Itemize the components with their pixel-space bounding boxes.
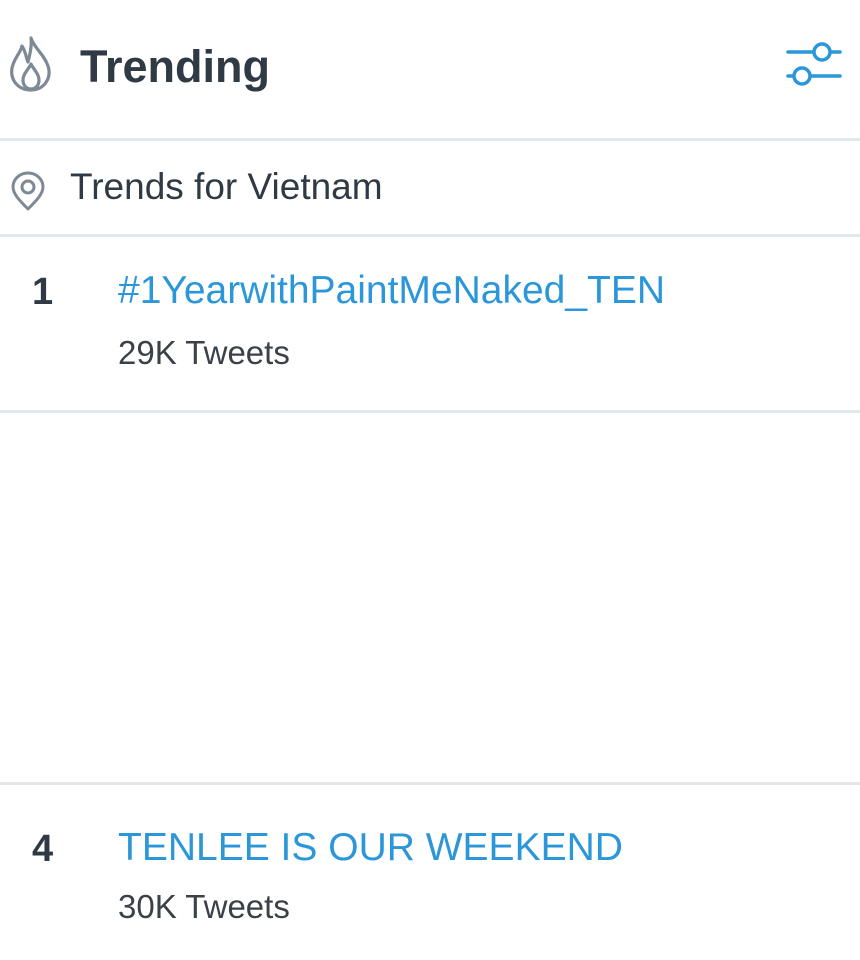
location-pin-icon [11, 171, 45, 211]
empty-area [0, 413, 860, 782]
flame-icon [10, 36, 51, 92]
trend-item[interactable]: 4 TENLEE IS OUR WEEKEND 30K Tweets [0, 782, 860, 960]
trend-tweet-count: 30K Tweets [118, 888, 290, 925]
settings-sliders-icon[interactable] [784, 38, 844, 94]
trend-item[interactable]: 1 #1YearwithPaintMeNaked_TEN 29K Tweets [0, 237, 860, 413]
trend-rank: 4 [32, 828, 54, 870]
location-row: Trends for Vietnam [0, 141, 860, 237]
location-label: Trends for Vietnam [70, 166, 383, 207]
trend-rank: 1 [32, 271, 54, 313]
trend-name-link[interactable]: #1YearwithPaintMeNaked_TEN [118, 268, 665, 314]
trend-tweet-count: 29K Tweets [118, 334, 290, 371]
trending-header: Trending [0, 0, 860, 141]
trend-name-link[interactable]: TENLEE IS OUR WEEKEND [118, 825, 623, 871]
page-title: Trending [80, 41, 270, 92]
